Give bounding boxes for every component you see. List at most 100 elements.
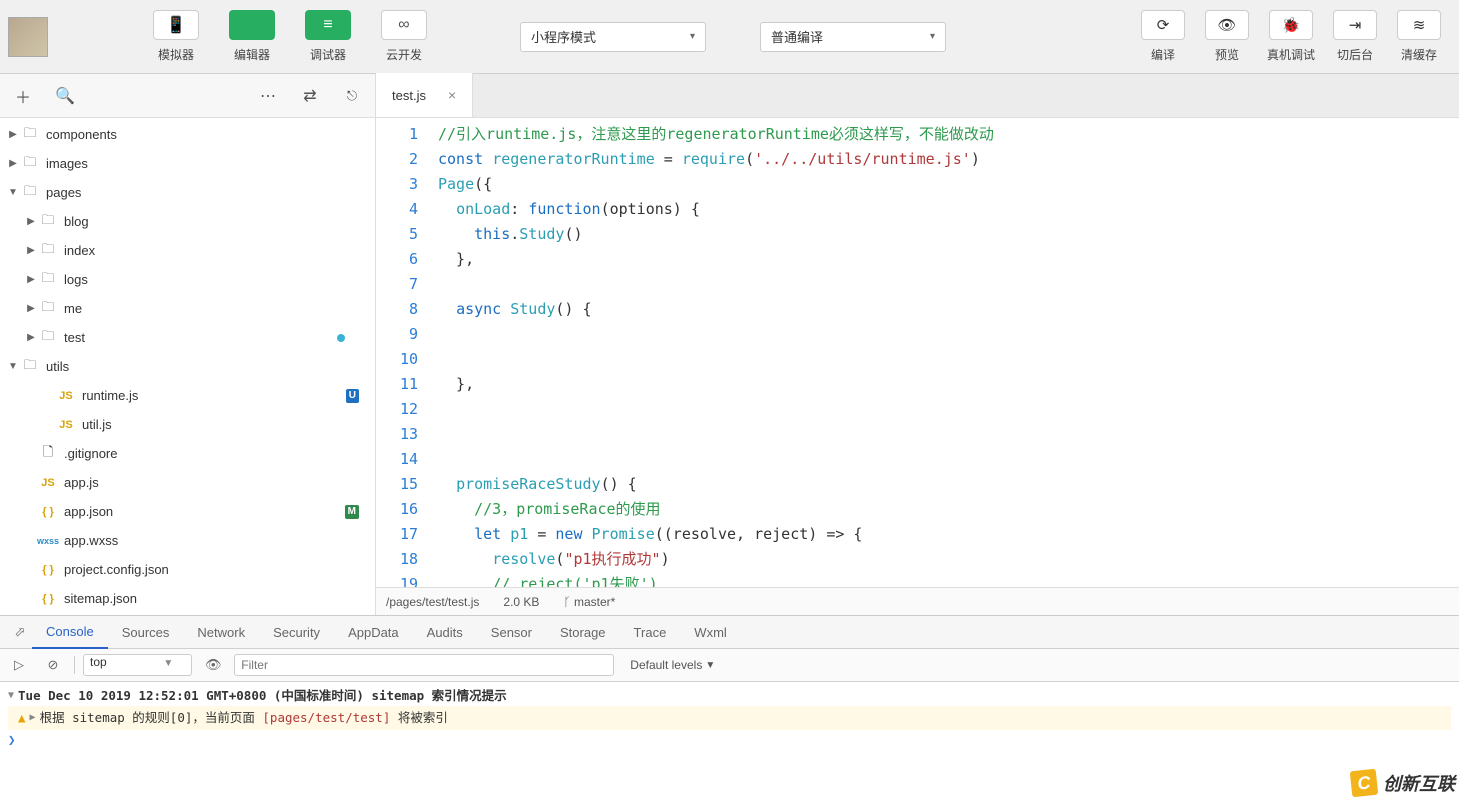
toolbar-模拟器[interactable]: 📱 模拟器 bbox=[138, 6, 214, 68]
json-icon: { } bbox=[38, 593, 58, 605]
code-area[interactable]: 12345678910111213141516171819 //引入runtim… bbox=[376, 118, 1459, 587]
search-button[interactable]: 🔍 bbox=[50, 81, 80, 111]
tree-components[interactable]: ▶🗀components bbox=[0, 120, 375, 149]
folder-icon: 🗀 bbox=[38, 327, 58, 349]
devtab-console[interactable]: Console bbox=[32, 616, 108, 649]
console-prompt[interactable]: ❯ bbox=[8, 730, 1451, 750]
tree-label: me bbox=[64, 301, 82, 316]
context-select[interactable]: top ▼ bbox=[83, 654, 192, 676]
tool-label: 编辑器 bbox=[234, 46, 270, 63]
compile-dropdown-label: 普通编译 bbox=[771, 27, 823, 46]
watermark: C 创新互联 bbox=[1351, 770, 1455, 796]
tree-label: blog bbox=[64, 214, 89, 229]
toolbar-真机调试[interactable]: 🐞真机调试 bbox=[1259, 10, 1323, 63]
tree-sitemap.json[interactable]: { }sitemap.json bbox=[0, 584, 375, 613]
tree-label: project.config.json bbox=[64, 562, 169, 577]
play-icon[interactable]: ▷ bbox=[6, 653, 32, 677]
warning-icon: ▲ bbox=[18, 708, 26, 728]
devtab-sources[interactable]: Sources bbox=[108, 616, 184, 649]
collapse-button[interactable]: ⇄ bbox=[295, 81, 325, 111]
tree-util.js[interactable]: JSutil.js bbox=[0, 410, 375, 439]
console-output: ▼ Tue Dec 10 2019 12:52:01 GMT+0800 (中国标… bbox=[0, 682, 1459, 754]
toolbar-切后台[interactable]: ⇥切后台 bbox=[1323, 10, 1387, 63]
tree-pages[interactable]: ▼🗀pages bbox=[0, 178, 375, 207]
inspect-element-icon[interactable]: ⬀ bbox=[8, 624, 32, 640]
folder-icon: 🗀 bbox=[20, 182, 40, 204]
devtab-trace[interactable]: Trace bbox=[620, 616, 681, 649]
folder-icon: 🗀 bbox=[20, 356, 40, 378]
line-gutter: 12345678910111213141516171819 bbox=[376, 118, 430, 587]
settings-button[interactable]: ⎋ bbox=[337, 81, 367, 111]
folder-icon: 🗀 bbox=[38, 211, 58, 233]
tree-app.wxss[interactable]: wxssapp.wxss bbox=[0, 526, 375, 555]
tree-label: util.js bbox=[82, 417, 112, 432]
tree-caret-icon: ▼ bbox=[6, 187, 20, 198]
tree-.gitignore[interactable]: 🗋.gitignore bbox=[0, 439, 375, 468]
compile-dropdown[interactable]: 普通编译 ▾ bbox=[760, 22, 946, 52]
tree-test[interactable]: ▶🗀test bbox=[0, 323, 375, 352]
tool-icon: ∞ bbox=[381, 10, 427, 40]
close-icon[interactable]: × bbox=[448, 87, 456, 103]
tree-app.json[interactable]: { }app.jsonM bbox=[0, 497, 375, 526]
tool-icon: ≋ bbox=[1397, 10, 1441, 40]
toolbar-清缓存[interactable]: ≋ 清缓存 bbox=[1387, 10, 1451, 63]
clear-console-icon[interactable]: ⊘ bbox=[40, 653, 66, 677]
tool-icon: 📱 bbox=[153, 10, 199, 40]
devtab-storage[interactable]: Storage bbox=[546, 616, 620, 649]
devtab-audits[interactable]: Audits bbox=[413, 616, 477, 649]
tree-images[interactable]: ▶🗀images bbox=[0, 149, 375, 178]
tree-utils[interactable]: ▼🗀utils bbox=[0, 352, 375, 381]
tool-label: 模拟器 bbox=[158, 46, 194, 63]
toolbar-云开发[interactable]: ∞ 云开发 bbox=[366, 6, 442, 68]
tree-logs[interactable]: ▶🗀logs bbox=[0, 265, 375, 294]
devtab-network[interactable]: Network bbox=[183, 616, 259, 649]
toolbar-预览[interactable]: 👁预览 bbox=[1195, 10, 1259, 63]
tree-blog[interactable]: ▶🗀blog bbox=[0, 207, 375, 236]
tool-icon: ≡ bbox=[305, 10, 351, 40]
status-branch[interactable]: ᚴ master* bbox=[563, 595, 615, 609]
console-filter-input[interactable] bbox=[234, 654, 614, 676]
add-file-button[interactable]: ＋ bbox=[8, 81, 38, 111]
live-expression-icon[interactable]: 👁 bbox=[200, 653, 226, 677]
folder-icon: 🗀 bbox=[20, 124, 40, 146]
tool-label: 清缓存 bbox=[1401, 46, 1437, 63]
tool-label: 云开发 bbox=[386, 46, 422, 63]
devtab-appdata[interactable]: AppData bbox=[334, 616, 413, 649]
tree-app.js[interactable]: JS app.js bbox=[0, 468, 375, 497]
right-tool-group: ⟳编译👁预览🐞真机调试⇥切后台 ≋ 清缓存 bbox=[1131, 10, 1451, 63]
tree-label: utils bbox=[46, 359, 69, 374]
toolbar-调试器[interactable]: ≡调试器 bbox=[290, 6, 366, 68]
log-line-warn[interactable]: ▲ ▶ 根据 sitemap 的规则[0]，当前页面 [pages/test/t… bbox=[8, 706, 1451, 730]
log-line-header[interactable]: ▼ Tue Dec 10 2019 12:52:01 GMT+0800 (中国标… bbox=[8, 686, 1451, 706]
devtab-wxml[interactable]: Wxml bbox=[680, 616, 741, 649]
code-content[interactable]: //引入runtime.js，注意这里的regeneratorRuntime必须… bbox=[430, 118, 1459, 587]
devtab-security[interactable]: Security bbox=[259, 616, 334, 649]
log-levels-dropdown[interactable]: Default levels▼ bbox=[630, 658, 715, 672]
more-button[interactable]: ⋯ bbox=[253, 81, 283, 111]
devtools-tabs: ⬀ ConsoleSourcesNetworkSecurityAppDataAu… bbox=[0, 616, 1459, 649]
folder-icon: 🗀 bbox=[38, 298, 58, 320]
tab-test-js[interactable]: test.js × bbox=[376, 73, 473, 117]
editor-statusbar: /pages/test/test.js 2.0 KB ᚴ master* bbox=[376, 587, 1459, 615]
tree-runtime.js[interactable]: JSruntime.jsU bbox=[0, 381, 375, 410]
tree-caret-icon: ▶ bbox=[24, 245, 38, 256]
mode-dropdown-label: 小程序模式 bbox=[531, 27, 596, 46]
tree-label: logs bbox=[64, 272, 88, 287]
avatar[interactable] bbox=[8, 17, 48, 57]
collapse-icon[interactable]: ▼ bbox=[8, 686, 14, 706]
prompt-icon: ❯ bbox=[8, 730, 16, 750]
toolbar-编译[interactable]: ⟳编译 bbox=[1131, 10, 1195, 63]
json-icon: { } bbox=[38, 564, 58, 576]
tool-icon bbox=[229, 10, 275, 40]
tree-project.config.json[interactable]: { } project.config.json bbox=[0, 555, 375, 584]
mode-dropdown[interactable]: 小程序模式 ▾ bbox=[520, 22, 706, 52]
js-icon: JS bbox=[38, 477, 58, 489]
devtab-sensor[interactable]: Sensor bbox=[477, 616, 546, 649]
tree-index[interactable]: ▶🗀index bbox=[0, 236, 375, 265]
tree-me[interactable]: ▶🗀me bbox=[0, 294, 375, 323]
tree-label: images bbox=[46, 156, 88, 171]
toolbar-编辑器[interactable]: 编辑器 bbox=[214, 6, 290, 68]
tree-label: app.js bbox=[64, 475, 99, 490]
editor-panel: test.js × 12345678910111213141516171819 … bbox=[376, 74, 1459, 615]
expand-icon[interactable]: ▶ bbox=[30, 708, 36, 728]
